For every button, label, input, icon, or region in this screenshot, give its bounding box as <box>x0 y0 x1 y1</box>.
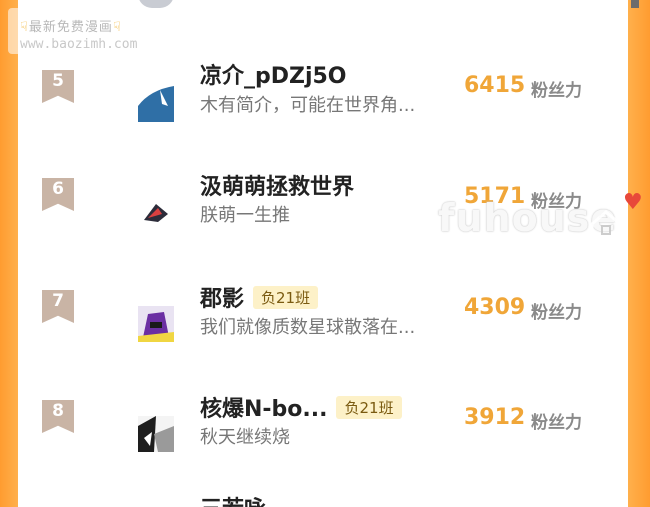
user-name[interactable]: 三若咏 <box>200 496 266 507</box>
list-item[interactable]: 7 郡影 负21班 我们就像质数星球散落在... 4309 粉丝力 <box>18 280 628 395</box>
avatar[interactable] <box>138 306 174 342</box>
fan-score-unit: 粉丝力 <box>531 413 582 433</box>
avatar[interactable] <box>138 192 174 228</box>
rank-badge: 8 <box>42 400 74 433</box>
fan-score: 3912 <box>464 405 526 430</box>
group-tag[interactable]: 负21班 <box>336 395 402 419</box>
watermark-line1: 最新免费漫画 <box>28 20 113 35</box>
rank-badge: 7 <box>42 290 74 323</box>
user-description: 秋天继续烧 <box>200 427 290 448</box>
fan-score-unit: 粉丝力 <box>531 303 582 323</box>
rank-badge: 6 <box>42 178 74 211</box>
list-item[interactable]: 8 核爆N-bo... 负21班 秋天继续烧 3912 粉丝力 <box>18 390 628 505</box>
avatar-image <box>138 86 174 122</box>
heart-icon: ♥ <box>623 190 643 215</box>
fan-score: 4309 <box>464 295 526 320</box>
pointing-hand-icon: ☟ <box>112 20 122 35</box>
fan-score: 6415 <box>464 73 526 98</box>
list-item[interactable]: 三若咏 <box>18 496 628 507</box>
user-name[interactable]: 凉介_pDZj5O <box>200 58 347 90</box>
avatar-image <box>138 416 174 452</box>
group-tag[interactable]: 负21班 <box>253 285 319 309</box>
site-watermark: ☟最新免费漫画☟ www.baozimh.com <box>8 8 168 54</box>
user-description: 朕萌一生推 <box>200 205 290 226</box>
rank-badge: 5 <box>42 70 74 103</box>
watermark-line2: www.baozimh.com <box>20 37 138 52</box>
top-right-fragment <box>631 0 639 8</box>
user-description: 木有简介，可能在世界角... <box>200 95 416 116</box>
fan-score-unit: 粉丝力 <box>531 81 582 101</box>
avatar-image <box>138 306 174 342</box>
user-name[interactable]: 汲萌萌拯救世界 <box>200 169 354 201</box>
user-description: 我们就像质数星球散落在... <box>200 317 416 338</box>
house-icon <box>590 210 622 240</box>
pointing-hand-icon: ☟ <box>20 20 29 35</box>
avatar-image <box>138 192 174 228</box>
avatar[interactable] <box>138 416 174 452</box>
avatar-partial-top <box>138 0 174 8</box>
user-name[interactable]: 核爆N-bo... <box>200 391 327 423</box>
left-orange-border <box>0 0 18 507</box>
user-name[interactable]: 郡影 <box>200 281 244 313</box>
avatar[interactable] <box>138 86 174 122</box>
list-item[interactable]: 5 凉介_pDZj5O 木有简介，可能在世界角... 6415 粉丝力 <box>18 54 628 169</box>
